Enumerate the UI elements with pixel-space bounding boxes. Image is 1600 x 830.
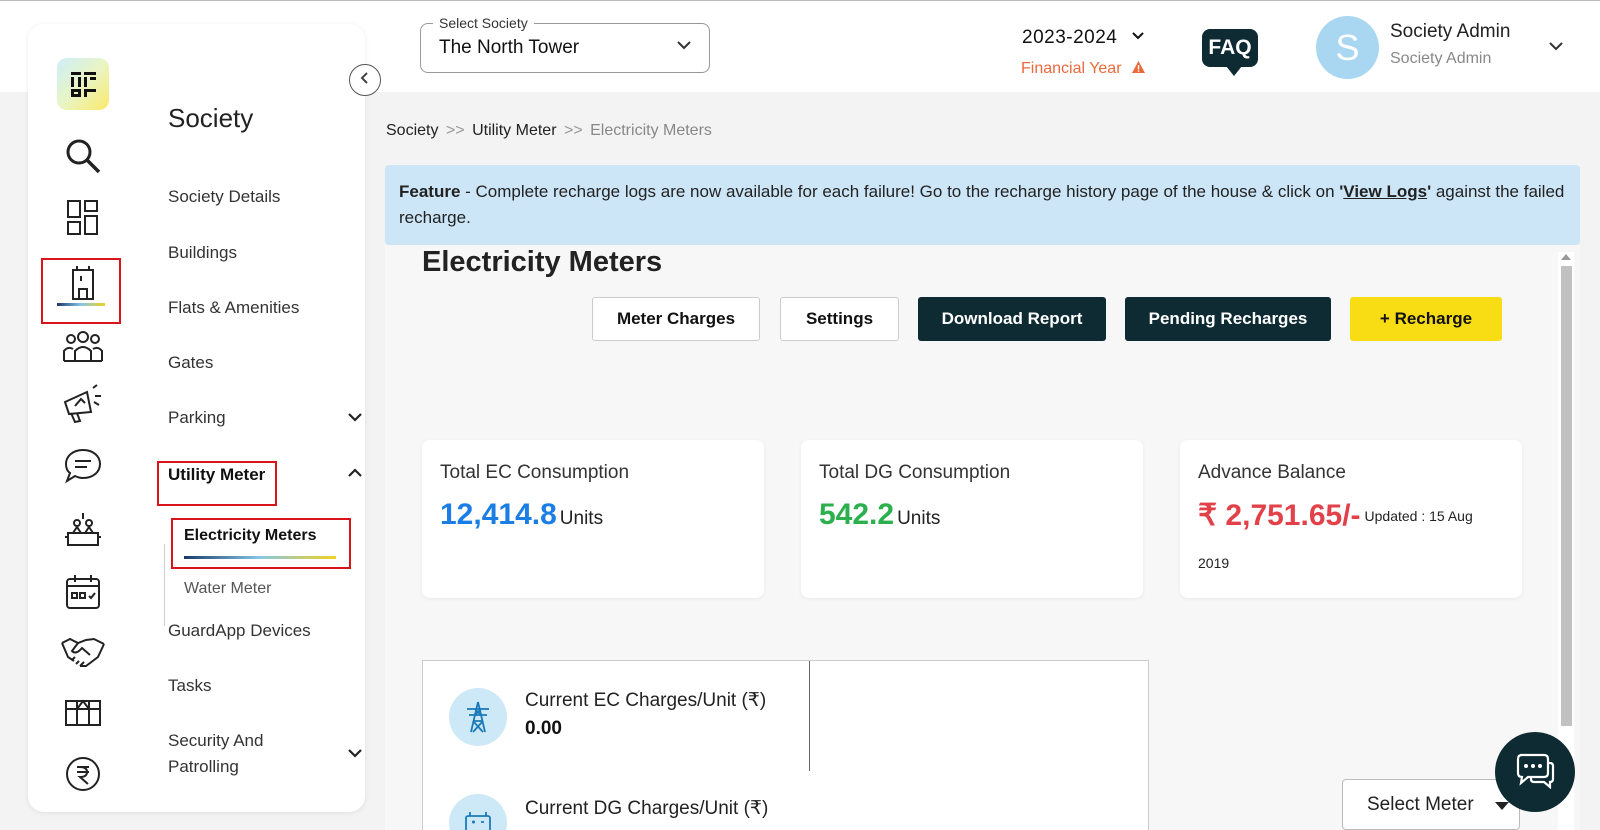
ec-charges-value: 0.00 [525, 718, 562, 739]
search-icon[interactable] [55, 132, 111, 180]
banner-text: - Complete recharge logs are now availab… [460, 182, 1340, 201]
highlight-box [41, 258, 121, 324]
calendar-icon[interactable] [55, 568, 111, 616]
breadcrumb-current: Electricity Meters [590, 122, 712, 139]
ec-consumption-title: Total EC Consumption [440, 462, 630, 483]
announcement-icon[interactable] [55, 380, 111, 428]
warning-icon [1131, 60, 1146, 79]
highlight-box [157, 461, 277, 506]
banner-bold: Feature [399, 182, 461, 201]
advance-balance-updated-year: 2019 [1198, 555, 1230, 571]
breadcrumb-society[interactable]: Society [386, 122, 438, 139]
chevron-down-icon[interactable] [346, 746, 364, 765]
box-icon[interactable] [55, 688, 111, 736]
sidebar-item-society-details[interactable]: Society Details [168, 187, 280, 207]
charges-panel: Current EC Charges/Unit (₹) 0.00 Current… [422, 660, 1149, 830]
collapse-sidebar-button[interactable] [349, 64, 381, 96]
download-report-button[interactable]: Download Report [918, 297, 1106, 341]
transmission-tower-icon [449, 688, 507, 746]
chevron-down-icon[interactable] [346, 410, 364, 429]
sidebar-title: Society [168, 103, 254, 133]
sidebar-item-tasks[interactable]: Tasks [168, 676, 211, 696]
chevron-up-icon[interactable] [346, 466, 364, 485]
dg-consumption-unit: Units [897, 508, 941, 529]
meter-charges-button[interactable]: Meter Charges [592, 297, 760, 341]
avatar[interactable]: S [1316, 16, 1379, 79]
dg-consumption-title: Total DG Consumption [819, 462, 1011, 483]
caret-down-icon [1495, 802, 1509, 810]
advance-balance-value: ₹ 2,751.65/- [1198, 499, 1361, 532]
dg-consumption-value-row: 542.2 Units [819, 498, 940, 532]
dg-consumption-card: Total DG Consumption 542.2 Units [801, 440, 1143, 598]
chevron-left-icon [359, 71, 371, 90]
select-meter-dropdown[interactable]: Select Meter [1342, 779, 1520, 830]
chat-bubble-icon [1514, 751, 1556, 794]
dg-consumption-value: 542.2 [819, 498, 895, 531]
user-role: Society Admin [1390, 50, 1492, 67]
sidebar-item-buildings[interactable]: Buildings [168, 243, 237, 263]
society-select[interactable]: Select Society The North Tower [420, 15, 710, 73]
advance-balance-updated: Updated : 15 Aug [1364, 508, 1473, 524]
chat-icon[interactable] [55, 442, 111, 490]
breadcrumb-separator: >> [445, 122, 465, 139]
user-menu-chevron-icon[interactable] [1548, 39, 1564, 57]
sidebar: Society Society Details Buildings Flats … [28, 24, 365, 812]
amenity-icon[interactable] [55, 506, 111, 554]
breadcrumb-utility-meter[interactable]: Utility Meter [472, 122, 556, 139]
ec-consumption-unit: Units [559, 508, 604, 529]
ec-charges-label: Current EC Charges/Unit (₹) [525, 690, 767, 711]
sidebar-item-security-patrolling-line1[interactable]: Security And [168, 731, 263, 751]
society-select-value: The North Tower [439, 37, 580, 58]
advance-balance-card: Advance Balance ₹ 2,751.65/- Updated : 15… [1180, 440, 1522, 598]
chevron-down-icon [1131, 25, 1145, 47]
advance-balance-value-row: ₹ 2,751.65/- Updated : 15 Aug [1198, 498, 1473, 533]
submenu-item-water-meter[interactable]: Water Meter [184, 580, 271, 598]
residents-icon[interactable] [55, 322, 111, 370]
rupee-icon[interactable] [55, 750, 111, 798]
breadcrumb: Society >> Utility Meter >> Electricity … [386, 122, 712, 140]
icon-rail [28, 24, 138, 812]
breadcrumb-separator: >> [563, 122, 583, 139]
ec-consumption-value: 12,414.8 [440, 498, 557, 531]
ec-consumption-value-row: 12,414.8 Units [440, 498, 603, 532]
sidebar-item-security-patrolling-line2[interactable]: Patrolling [168, 757, 239, 777]
sidebar-item-gates[interactable]: Gates [168, 353, 213, 373]
dg-charges-label: Current DG Charges/Unit (₹) [525, 798, 769, 819]
faq-button[interactable]: FAQ [1202, 29, 1258, 76]
app-logo[interactable] [57, 58, 109, 110]
financial-year-select[interactable]: 2023-2024 [1022, 25, 1145, 49]
society-select-label: Select Society [433, 15, 534, 31]
recharge-button[interactable]: + Recharge [1350, 297, 1502, 341]
dashboard-icon[interactable] [55, 194, 111, 242]
highlight-box [171, 518, 351, 569]
feature-banner: Feature - Complete recharge logs are now… [385, 165, 1580, 245]
view-logs-link[interactable]: View Logs [1343, 182, 1427, 201]
chat-support-button[interactable] [1495, 732, 1575, 812]
sidebar-item-guardapp-devices[interactable]: GuardApp Devices [168, 621, 311, 641]
select-meter-label: Select Meter [1367, 794, 1474, 815]
generator-icon [449, 794, 507, 830]
financial-year-label: Financial Year [1021, 60, 1146, 79]
financial-year-value: 2023-2024 [1022, 27, 1118, 48]
settings-button[interactable]: Settings [780, 297, 899, 341]
user-name: Society Admin [1390, 21, 1511, 42]
advance-balance-title: Advance Balance [1198, 462, 1346, 483]
handshake-icon[interactable] [55, 628, 111, 676]
pending-recharges-button[interactable]: Pending Recharges [1125, 297, 1331, 341]
page-title: Electricity Meters [422, 246, 663, 278]
sidebar-item-flats-amenities[interactable]: Flats & Amenities [168, 298, 299, 318]
financial-year-label-text: Financial Year [1021, 60, 1122, 77]
submenu-line [164, 544, 165, 626]
charges-divider [809, 661, 810, 771]
chevron-down-icon [675, 36, 693, 59]
sidebar-item-parking[interactable]: Parking [168, 408, 226, 428]
scroll-up-arrow-icon[interactable] [1561, 254, 1571, 260]
scroll-thumb[interactable] [1561, 266, 1572, 726]
ec-consumption-card: Total EC Consumption 12,414.8 Units [422, 440, 764, 598]
